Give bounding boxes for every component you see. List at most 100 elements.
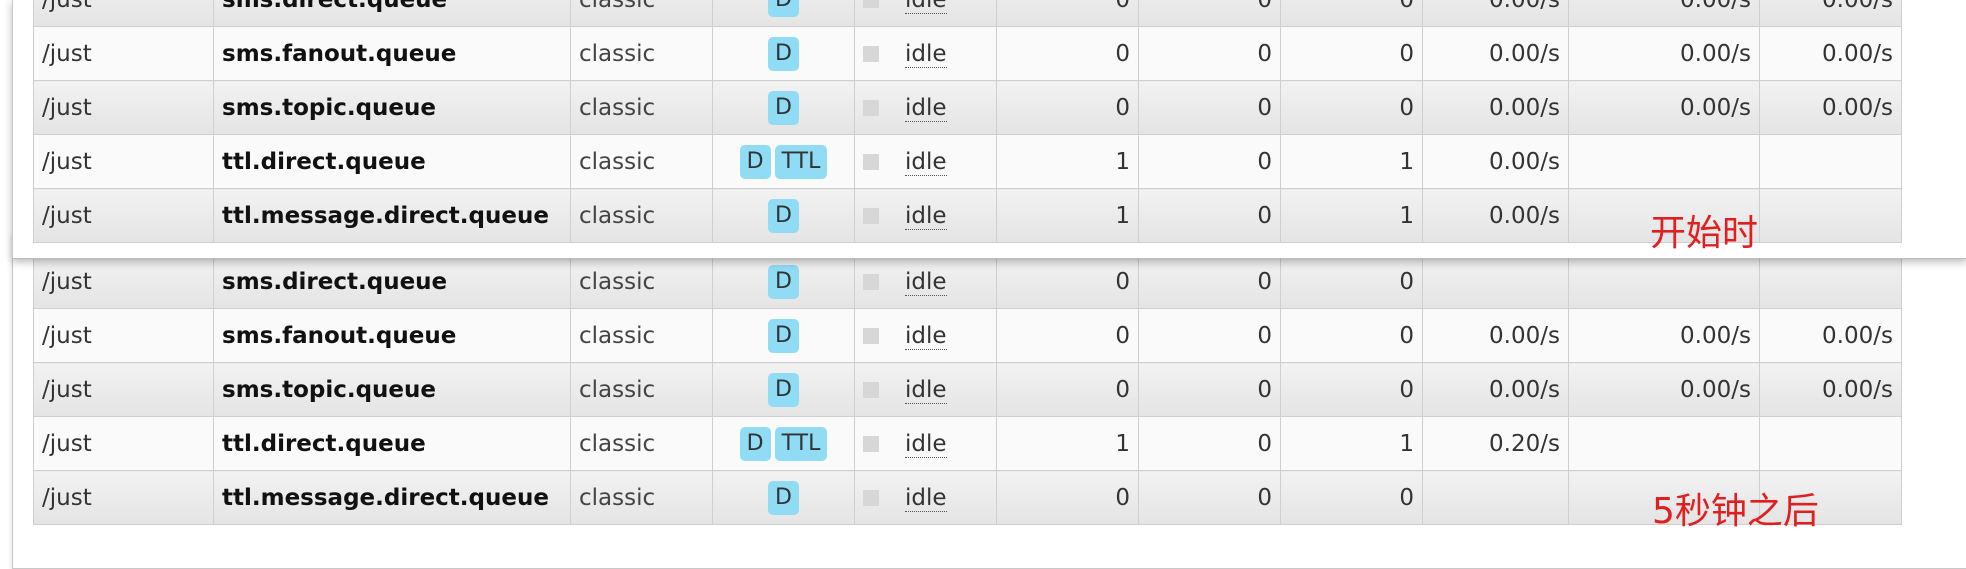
deliver-rate-cell: 0.00/s: [1568, 0, 1760, 27]
type-cell: classic: [570, 470, 713, 525]
state-square-icon: [863, 382, 879, 398]
type-cell: classic: [570, 308, 713, 363]
unacked-cell: 0: [1138, 470, 1281, 525]
total-cell: 0: [1280, 254, 1423, 309]
queue-name-link[interactable]: sms.direct.queue: [213, 254, 571, 309]
incoming-rate-cell: 0.00/s: [1422, 134, 1569, 189]
feature-badge[interactable]: D: [768, 198, 799, 233]
state-label[interactable]: idle: [905, 322, 947, 350]
incoming-rate-cell: 0.00/s: [1422, 308, 1569, 363]
feature-badge[interactable]: D: [768, 36, 799, 71]
ready-cell: 0: [996, 0, 1139, 27]
state-cell: idle: [854, 80, 997, 135]
deliver-rate-cell: 0.00/s: [1568, 362, 1760, 417]
incoming-rate-cell: [1422, 254, 1569, 309]
feature-badge[interactable]: D: [768, 90, 799, 125]
queue-name-link[interactable]: sms.fanout.queue: [213, 308, 571, 363]
ack-rate-cell: [1759, 188, 1902, 243]
feature-badge[interactable]: D: [739, 426, 771, 461]
queue-name-link[interactable]: sms.topic.queue: [213, 80, 571, 135]
state-square-icon: [863, 436, 879, 452]
queue-name-link[interactable]: sms.topic.queue: [213, 362, 571, 417]
state-square-icon: [863, 490, 879, 506]
table-row: /justsms.direct.queueclassicDidle0000.00…: [33, 0, 1902, 27]
unacked-cell: 0: [1138, 254, 1281, 309]
state-label[interactable]: idle: [905, 484, 947, 512]
features-cell: D TTL: [712, 416, 855, 471]
state-square-icon: [863, 46, 879, 62]
feature-badge[interactable]: D: [768, 264, 799, 299]
unacked-cell: 0: [1138, 134, 1281, 189]
deliver-rate-cell: [1568, 254, 1760, 309]
unacked-cell: 0: [1138, 80, 1281, 135]
table-row: /just sms.topic.queue classic Didle 0 0 0 0.00/…: [33, 362, 1902, 417]
vhost-cell: /just: [33, 308, 214, 363]
feature-badge[interactable]: D: [768, 0, 799, 17]
incoming-rate-cell: [1422, 470, 1569, 525]
queue-name-link[interactable]: ttl.message.direct.queue: [213, 188, 571, 243]
state-label[interactable]: idle: [905, 148, 947, 176]
ready-cell: 0: [996, 470, 1139, 525]
features-cell: D: [712, 362, 855, 417]
unacked-cell: 0: [1138, 416, 1281, 471]
vhost-cell: /just: [33, 134, 214, 189]
ready-cell: 0: [996, 80, 1139, 135]
deliver-rate-cell: 0.00/s: [1568, 80, 1760, 135]
state-label[interactable]: idle: [905, 40, 947, 68]
queue-name-link[interactable]: ttl.direct.queue: [213, 134, 571, 189]
queue-name-link[interactable]: ttl.direct.queue: [213, 416, 571, 471]
total-cell: 1: [1280, 416, 1423, 471]
ack-rate-cell: 0.00/s: [1759, 0, 1902, 27]
type-cell: classic: [570, 188, 713, 243]
state-cell: idle: [854, 0, 997, 27]
feature-badge[interactable]: D: [739, 144, 771, 179]
feature-badge[interactable]: TTL: [774, 426, 828, 461]
vhost-cell: /just: [33, 254, 214, 309]
vhost-cell: /just: [33, 26, 214, 81]
state-cell: idle: [854, 470, 997, 525]
type-cell: classic: [570, 80, 713, 135]
table-row: /just ttl.message.direct.queue classic Didl…: [33, 188, 1902, 243]
features-cell: D: [712, 308, 855, 363]
type-cell: classic: [570, 362, 713, 417]
features-cell: D: [712, 188, 855, 243]
state-cell: idle: [854, 134, 997, 189]
incoming-rate-cell: 0.00/s: [1422, 80, 1569, 135]
ready-cell: 0: [996, 254, 1139, 309]
state-label[interactable]: idle: [905, 202, 947, 230]
state-square-icon: [863, 274, 879, 290]
incoming-rate-cell: 0.00/s: [1422, 188, 1569, 243]
feature-badge[interactable]: D: [768, 480, 799, 515]
state-square-icon: [863, 208, 879, 224]
unacked-cell: 0: [1138, 0, 1281, 27]
state-label[interactable]: idle: [905, 376, 947, 404]
type-cell: classic: [570, 416, 713, 471]
ack-rate-cell: 0.00/s: [1759, 80, 1902, 135]
table-row: /just ttl.direct.queue classic D TTL idle 1 0 1 0…: [33, 416, 1902, 471]
state-cell: idle: [854, 308, 997, 363]
queue-name-link[interactable]: sms.fanout.queue: [213, 26, 571, 81]
state-label[interactable]: idle: [905, 268, 947, 296]
queue-name-link[interactable]: ttl.message.direct.queue: [213, 470, 571, 525]
total-cell: 0: [1280, 26, 1423, 81]
total-cell: 1: [1280, 188, 1423, 243]
vhost-cell: /just: [33, 470, 214, 525]
state-label[interactable]: idle: [905, 94, 947, 122]
state-cell: idle: [854, 188, 997, 243]
incoming-rate-cell: 0.00/s: [1422, 362, 1569, 417]
vhost-cell: /just: [33, 188, 214, 243]
state-label[interactable]: idle: [905, 0, 947, 14]
total-cell: 1: [1280, 134, 1423, 189]
features-cell: D: [712, 0, 855, 27]
state-label[interactable]: idle: [905, 430, 947, 458]
queue-name-link[interactable]: sms.direct.queue: [213, 0, 571, 27]
features-cell: D: [712, 254, 855, 309]
type-cell: classic: [570, 0, 713, 27]
feature-badge[interactable]: TTL: [774, 144, 828, 179]
queues-table-before: /justsms.direct.queueclassicDidle0000.00…: [33, 0, 1902, 243]
features-cell: D: [712, 26, 855, 81]
vhost-cell: /just: [33, 416, 214, 471]
feature-badge[interactable]: D: [768, 372, 799, 407]
unacked-cell: 0: [1138, 362, 1281, 417]
feature-badge[interactable]: D: [768, 318, 799, 353]
